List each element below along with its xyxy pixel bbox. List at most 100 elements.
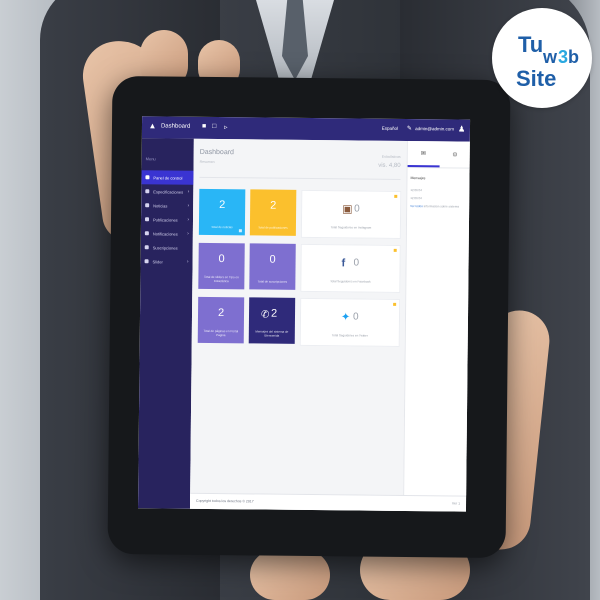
tuw3bsite-logo: Tu w 3 b Site: [492, 8, 592, 108]
stat-card[interactable]: 2 Total de páginas en Portal Pagina: [197, 296, 245, 344]
pencil-icon[interactable]: ✎: [407, 125, 412, 132]
chevron-right-icon: ›: [187, 188, 190, 195]
envelope-icon: ✉: [420, 150, 427, 157]
bell-icon: [144, 231, 149, 236]
stat-value: 2: [219, 199, 226, 212]
stat-value: 0: [269, 253, 276, 266]
sidebar: Menu Panel de control Especificaciones ›…: [137, 138, 194, 509]
sidebar-item-especificaciones[interactable]: Especificaciones ›: [141, 184, 193, 199]
page-subtitle: Resumen: [199, 159, 215, 165]
right-panel: ✉ ⚙ Mensajes 12:06:04 12:06:04 Ver todos…: [403, 141, 471, 496]
stat-value: 2: [270, 199, 277, 212]
sidebar-item-slider[interactable]: Slider ›: [141, 254, 193, 269]
brand[interactable]: ▲ Dashboard: [148, 121, 190, 130]
page-title: Dashboard: [199, 148, 235, 157]
image-icon: [144, 259, 149, 264]
corner-marker: [394, 194, 398, 198]
social-value: 0: [353, 257, 360, 269]
footer-version: Ver 1: [451, 501, 461, 506]
chevron-right-icon: ›: [187, 216, 190, 223]
stat-label: Total de páginas en Portal Pagina: [203, 328, 239, 338]
chevron-right-icon: ›: [187, 202, 190, 209]
stat-label: Mensajes del sistema de Bienvenida: [255, 329, 289, 338]
panel-entry-text: Información sobre sistema: [423, 204, 459, 209]
sidebar-item-noticias[interactable]: Noticias ›: [141, 198, 193, 213]
tab-messages[interactable]: ✉: [407, 141, 440, 168]
pin-icon: [238, 229, 242, 233]
svg-text:3: 3: [558, 47, 568, 67]
stat-card[interactable]: 0 Total de suscripciones: [249, 243, 296, 290]
drop-logo-icon: ▲: [148, 121, 157, 131]
logo-artwork: Tu w 3 b Site: [516, 32, 579, 91]
social-value: 0: [352, 311, 359, 323]
facebook-icon: f: [341, 257, 346, 270]
twitter-icon: ✦: [340, 311, 351, 324]
sidebar-item-panel-de-control[interactable]: Panel de control: [141, 170, 194, 185]
sidebar-item-label: Suscripciones: [152, 244, 178, 251]
divider: [199, 176, 401, 180]
panel-link[interactable]: Ver todos: [410, 204, 423, 208]
social-label: Total Seguidores en Facebook: [330, 279, 371, 284]
sidebar-item-label: Noticias: [153, 202, 168, 209]
sidebar-item-label: Especificaciones: [153, 188, 184, 195]
stat-card[interactable]: 2 Total de publicaciones: [249, 189, 297, 236]
svg-text:w: w: [542, 47, 558, 67]
social-card-instagram[interactable]: ▣ 0 Total Seguidores en Instagram: [300, 189, 402, 239]
language-selector[interactable]: Español: [382, 126, 398, 131]
footer-copyright: Copyright todos los derechos © 2017: [196, 498, 254, 504]
sidebar-item-label: Publicaciones: [152, 216, 178, 223]
sidebar-item-label: Notificaciones: [152, 230, 178, 237]
sidebar-item-label: Slider: [152, 258, 163, 264]
social-value: 0: [354, 203, 360, 215]
stat-label: Total de sliders en Tipo en Estadística: [203, 274, 239, 284]
stat-label: Total de publicaciones: [258, 225, 288, 230]
stat-card[interactable]: 0 Total de sliders en Tipo en Estadístic…: [198, 242, 245, 290]
users-icon: [144, 245, 149, 250]
sidebar-item-label: Panel de control: [153, 174, 183, 181]
chevron-right-icon: ›: [186, 258, 189, 265]
stat-card[interactable]: 2 Total de noticias: [198, 188, 246, 236]
main-content: Dashboard Resumen Estadísticas vis. 4,80…: [189, 138, 407, 511]
home-icon: [145, 175, 150, 180]
stat-value: 2: [270, 307, 278, 320]
social-label: Total Seguidores en Instagram: [330, 225, 372, 230]
social-card-twitter[interactable]: ✦ 0 Total Seguidores en Twitter: [299, 297, 401, 347]
sidebar-item-notificaciones[interactable]: Notificaciones ›: [141, 226, 193, 241]
tablet: ▲ Dashboard ■ □ ▹ Español ✎ admin@admin.…: [107, 75, 511, 559]
panel-tabs: ✉ ⚙: [407, 141, 471, 169]
bell-icon[interactable]: ■: [202, 123, 206, 130]
document-icon: [144, 217, 150, 222]
social-card-facebook[interactable]: f 0 Total Seguidores en Facebook: [300, 243, 401, 293]
flag-icon[interactable]: ▹: [224, 123, 228, 131]
envelope-icon[interactable]: □: [212, 123, 216, 130]
stat-value: 0: [218, 253, 225, 266]
social-label: Total Seguidores en Twitter: [331, 333, 368, 338]
svg-text:Site: Site: [516, 66, 556, 91]
tablet-screen: ▲ Dashboard ■ □ ▹ Español ✎ admin@admin.…: [137, 116, 471, 512]
metric-value: vis. 4,80: [378, 162, 401, 169]
chevron-right-icon: ›: [187, 230, 189, 237]
svg-text:b: b: [568, 47, 579, 67]
phone-icon: ✆: [260, 309, 270, 321]
svg-text:Tu: Tu: [518, 32, 543, 57]
stat-value: 2: [217, 307, 225, 320]
brand-label: Dashboard: [160, 122, 191, 130]
metric-label: Estadísticas: [381, 154, 401, 159]
gear-icon: ⚙: [452, 151, 458, 159]
panel-entry: Ver todos Información sobre sistema: [407, 202, 470, 211]
stat-label: Total de suscripciones: [257, 279, 288, 284]
dashboard-footer: Copyright todos los derechos © 2017 Ver …: [189, 492, 467, 512]
user-email[interactable]: admin@admin.com: [415, 126, 454, 131]
sidebar-heading: Menu: [145, 156, 156, 162]
stat-label: Total de noticias: [211, 224, 233, 230]
avatar[interactable]: ♟: [458, 125, 466, 135]
news-icon: [145, 203, 150, 208]
tab-settings[interactable]: ⚙: [439, 141, 470, 167]
sidebar-item-publicaciones[interactable]: Publicaciones ›: [141, 212, 193, 227]
stat-card[interactable]: ✆ 2 Mensajes del sistema de Bienvenida: [248, 297, 296, 344]
list-icon: [145, 189, 150, 194]
sidebar-item-suscripciones[interactable]: Suscripciones: [141, 240, 193, 255]
corner-marker: [393, 302, 397, 306]
corner-marker: [393, 248, 397, 252]
instagram-icon: ▣: [342, 203, 353, 216]
